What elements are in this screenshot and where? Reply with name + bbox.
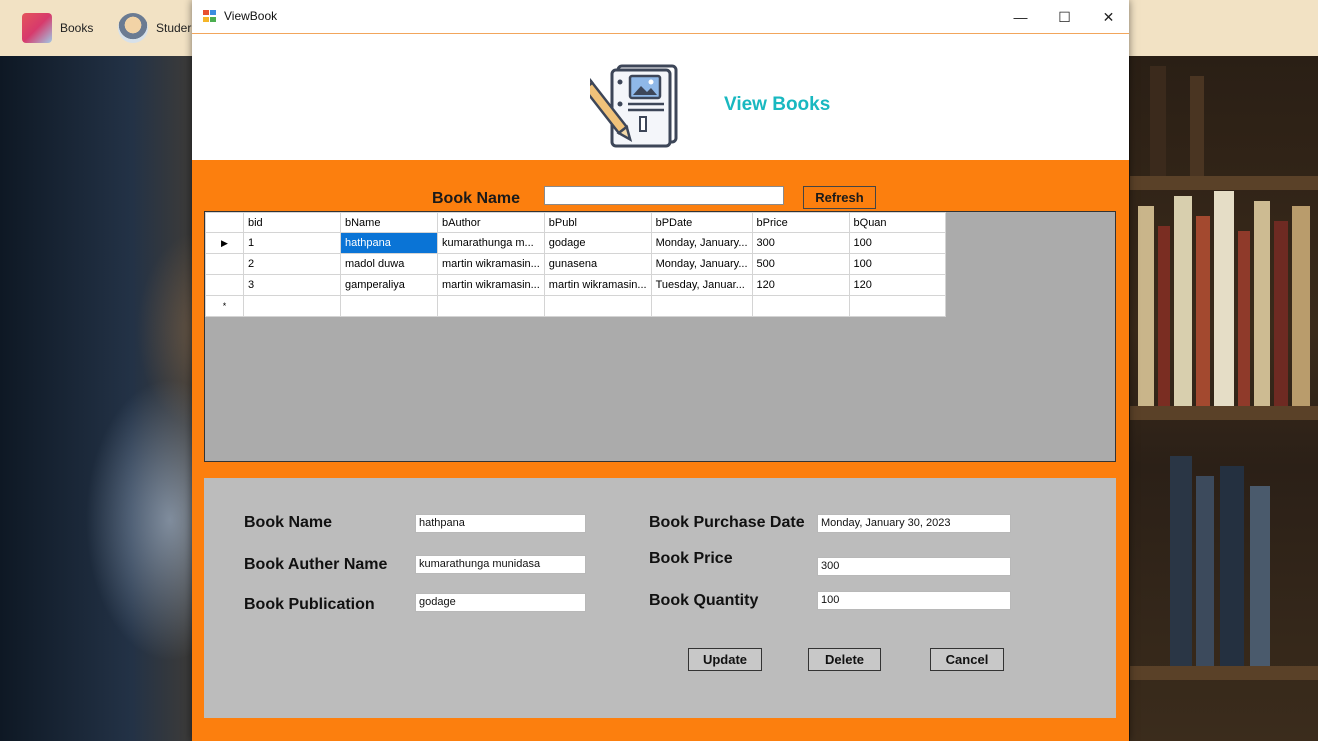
book-name-field[interactable]: hathpana <box>415 514 586 533</box>
table-cell[interactable]: 120 <box>848 274 946 296</box>
table-cell[interactable]: godage <box>543 232 652 254</box>
quantity-field[interactable]: 100 <box>817 591 1011 610</box>
viewbook-window: ViewBook — ☐ ✕ View Books Book Name Refr… <box>192 0 1129 741</box>
table-cell[interactable]: gunasena <box>543 253 652 275</box>
book-name-label: Book Name <box>244 514 333 531</box>
author-label: Book Auther Name <box>244 556 388 573</box>
table-cell[interactable]: Monday, January... <box>650 232 753 254</box>
row-header[interactable] <box>205 274 244 296</box>
title-bar[interactable]: ViewBook — ☐ ✕ <box>192 0 1129 34</box>
taskbar-item-books[interactable]: Books <box>22 10 93 46</box>
table-cell[interactable] <box>243 295 341 317</box>
column-header[interactable]: bAuthor <box>437 212 545 233</box>
book-name-search-input[interactable] <box>544 186 784 205</box>
author-field[interactable]: kumarathunga munidasa <box>415 555 586 574</box>
table-cell[interactable]: 3 <box>243 274 341 296</box>
table-cell[interactable]: 100 <box>848 253 946 275</box>
table-cell[interactable]: Monday, January... <box>650 253 753 275</box>
book-edit-icon <box>590 64 678 148</box>
table-cell[interactable]: 1 <box>243 232 341 254</box>
row-header-corner[interactable] <box>205 212 244 233</box>
minimize-button[interactable]: — <box>998 0 1043 34</box>
column-header[interactable]: bQuan <box>848 212 946 233</box>
books-table: bid bName bAuthor bPubl bPDate bPrice bQ… <box>205 212 946 317</box>
table-cell-selected[interactable]: hathpana <box>340 232 438 254</box>
table-cell[interactable]: martin wikramasin... <box>437 274 545 296</box>
taskbar-item-label: Books <box>60 21 94 35</box>
table-cell[interactable]: kumarathunga m... <box>437 232 545 254</box>
table-cell[interactable]: 120 <box>751 274 850 296</box>
column-header[interactable]: bid <box>243 212 341 233</box>
table-cell[interactable]: madol duwa <box>340 253 438 275</box>
table-cell[interactable] <box>751 295 850 317</box>
table-row[interactable]: ▶ 1 hathpana kumarathunga m... godage Mo… <box>205 232 946 254</box>
row-header[interactable] <box>205 253 244 275</box>
table-cell[interactable]: 2 <box>243 253 341 275</box>
new-row[interactable]: * <box>205 295 946 317</box>
delete-button[interactable]: Delete <box>808 648 881 671</box>
close-button[interactable]: ✕ <box>1086 0 1131 34</box>
price-field[interactable]: 300 <box>817 557 1011 576</box>
publication-field[interactable]: godage <box>415 593 586 612</box>
table-cell[interactable] <box>340 295 438 317</box>
books-icon <box>22 13 52 43</box>
app-icon <box>203 10 217 23</box>
table-cell[interactable] <box>650 295 753 317</box>
table-cell[interactable]: 500 <box>751 253 850 275</box>
header: View Books <box>192 34 1129 160</box>
purchase-date-picker[interactable]: Monday, January 30, 2023 <box>817 514 1011 533</box>
window-title: ViewBook <box>224 9 278 23</box>
column-header[interactable]: bPrice <box>751 212 850 233</box>
table-cell[interactable] <box>848 295 946 317</box>
update-button[interactable]: Update <box>688 648 762 671</box>
table-cell[interactable] <box>437 295 545 317</box>
quantity-label: Book Quantity <box>649 592 759 609</box>
table-cell[interactable]: martin wikramasin... <box>543 274 652 296</box>
table-cell[interactable]: martin wikramasin... <box>437 253 545 275</box>
book-details-form: Book Name hathpana Book Auther Name kuma… <box>204 478 1116 718</box>
content-panel: Book Name Refresh bid bName bAuthor bPub… <box>192 160 1129 741</box>
table-cell[interactable] <box>543 295 652 317</box>
publication-label: Book Publication <box>244 596 375 613</box>
table-cell[interactable]: Tuesday, Januar... <box>650 274 753 296</box>
table-cell[interactable]: gamperaliya <box>340 274 438 296</box>
column-header[interactable]: bPubl <box>543 212 652 233</box>
purchase-date-label: Book Purchase Date <box>649 514 805 531</box>
taskbar-item-student[interactable]: Studer <box>118 10 191 46</box>
table-cell[interactable]: 300 <box>751 232 850 254</box>
table-header-row: bid bName bAuthor bPubl bPDate bPrice bQ… <box>205 212 946 233</box>
search-label: Book Name <box>432 190 521 207</box>
current-row-indicator-icon[interactable]: ▶ <box>205 232 244 254</box>
taskbar-item-label: Studer <box>156 21 192 35</box>
column-header[interactable]: bName <box>340 212 438 233</box>
column-header[interactable]: bPDate <box>650 212 753 233</box>
new-row-indicator-icon[interactable]: * <box>205 295 244 317</box>
table-row[interactable]: 3 gamperaliya martin wikramasin... marti… <box>205 274 946 296</box>
refresh-button[interactable]: Refresh <box>803 186 876 209</box>
table-cell[interactable]: 100 <box>848 232 946 254</box>
cancel-button[interactable]: Cancel <box>930 648 1004 671</box>
maximize-button[interactable]: ☐ <box>1042 0 1087 34</box>
price-label: Book Price <box>649 550 733 567</box>
bookshelf-background <box>1130 56 1318 741</box>
table-row[interactable]: 2 madol duwa martin wikramasin... gunase… <box>205 253 946 275</box>
books-data-grid[interactable]: bid bName bAuthor bPubl bPDate bPrice bQ… <box>204 211 1116 462</box>
page-title: View Books <box>724 94 831 115</box>
student-icon <box>118 13 148 43</box>
